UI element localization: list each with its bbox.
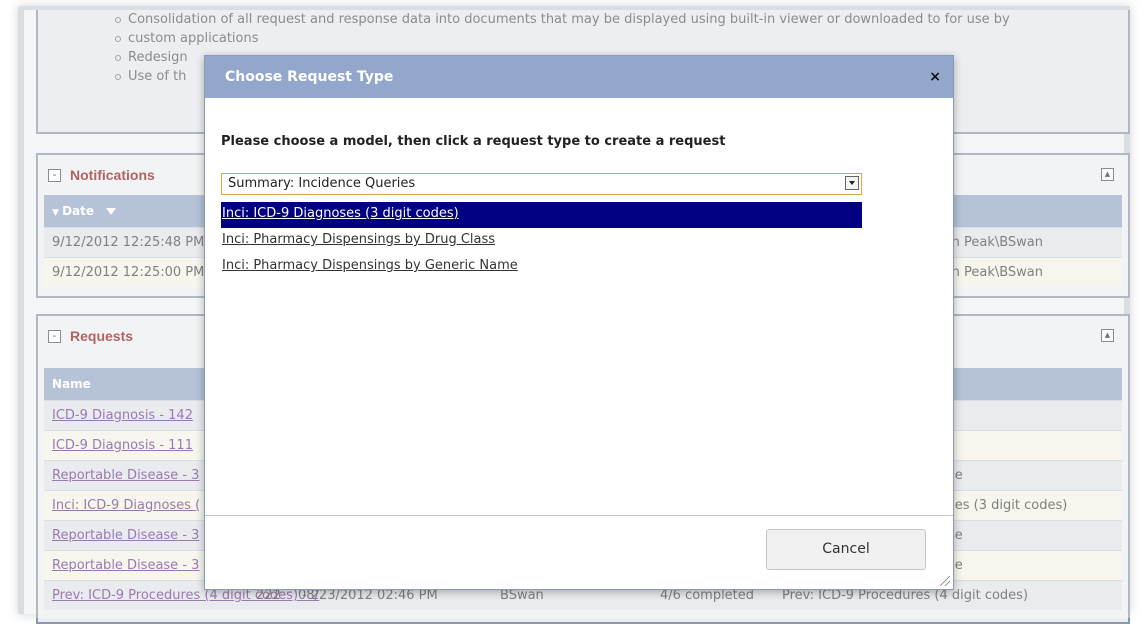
model-select-value: Summary: Incidence Queries bbox=[228, 176, 416, 191]
dropdown-arrow-icon[interactable] bbox=[845, 176, 859, 190]
close-icon[interactable]: × bbox=[929, 56, 941, 98]
dialog-title-bar[interactable]: Choose Request Type × bbox=[205, 56, 953, 98]
dialog-title: Choose Request Type bbox=[225, 69, 394, 85]
request-type-option[interactable]: Inci: Pharmacy Dispensings by Drug Class bbox=[221, 228, 862, 254]
cancel-button[interactable]: Cancel bbox=[766, 529, 926, 570]
resize-grip-icon[interactable] bbox=[940, 576, 950, 586]
request-type-option-label[interactable]: Inci: Pharmacy Dispensings by Drug Class bbox=[222, 232, 495, 247]
request-type-option[interactable]: Inci: Pharmacy Dispensings by Generic Na… bbox=[221, 254, 862, 280]
model-select[interactable]: Summary: Incidence Queries bbox=[221, 173, 862, 195]
dialog-footer: Cancel bbox=[205, 515, 953, 589]
dialog-body: Please choose a model, then click a requ… bbox=[205, 98, 953, 516]
dialog-instruction: Please choose a model, then click a requ… bbox=[221, 134, 726, 149]
request-type-option-label[interactable]: Inci: ICD-9 Diagnoses (3 digit codes) bbox=[222, 206, 459, 221]
request-type-option[interactable]: Inci: ICD-9 Diagnoses (3 digit codes) bbox=[221, 202, 862, 228]
request-type-option-label[interactable]: Inci: Pharmacy Dispensings by Generic Na… bbox=[222, 258, 518, 273]
request-type-list: Inci: ICD-9 Diagnoses (3 digit codes) In… bbox=[221, 202, 862, 280]
choose-request-type-dialog: Choose Request Type × Please choose a mo… bbox=[204, 55, 954, 590]
